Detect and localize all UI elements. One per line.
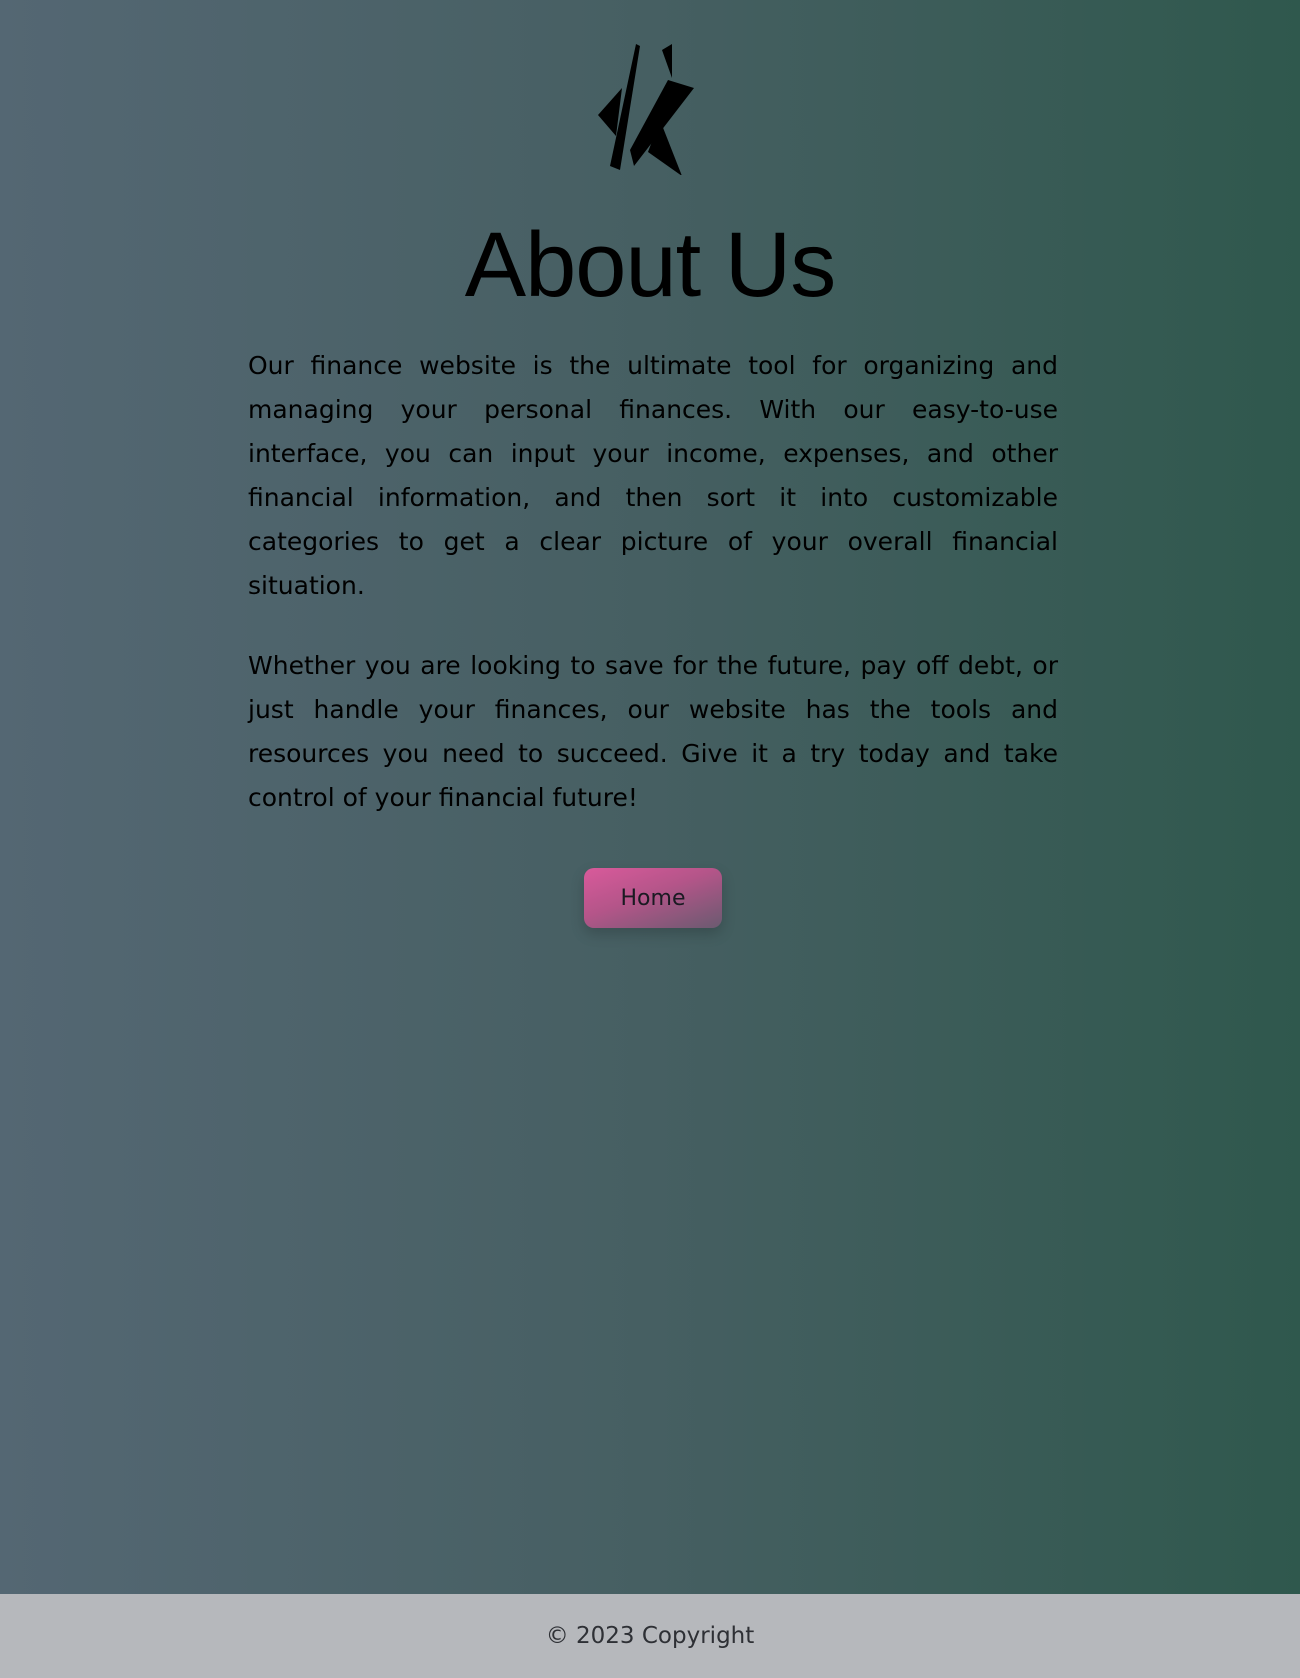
- page-title: About Us: [464, 214, 836, 316]
- brand-logo: [590, 40, 710, 175]
- copyright-text: © 2023 Copyright: [545, 1623, 755, 1649]
- about-content: Our finance website is the ultimate tool…: [248, 344, 1058, 856]
- home-button[interactable]: Home: [584, 868, 722, 928]
- about-paragraph-1: Our finance website is the ultimate tool…: [248, 351, 1058, 600]
- stylized-lightning-logo-icon: [598, 44, 694, 175]
- footer: © 2023 Copyright: [0, 1594, 1300, 1678]
- about-paragraph-2: Whether you are looking to save for the …: [248, 651, 1058, 812]
